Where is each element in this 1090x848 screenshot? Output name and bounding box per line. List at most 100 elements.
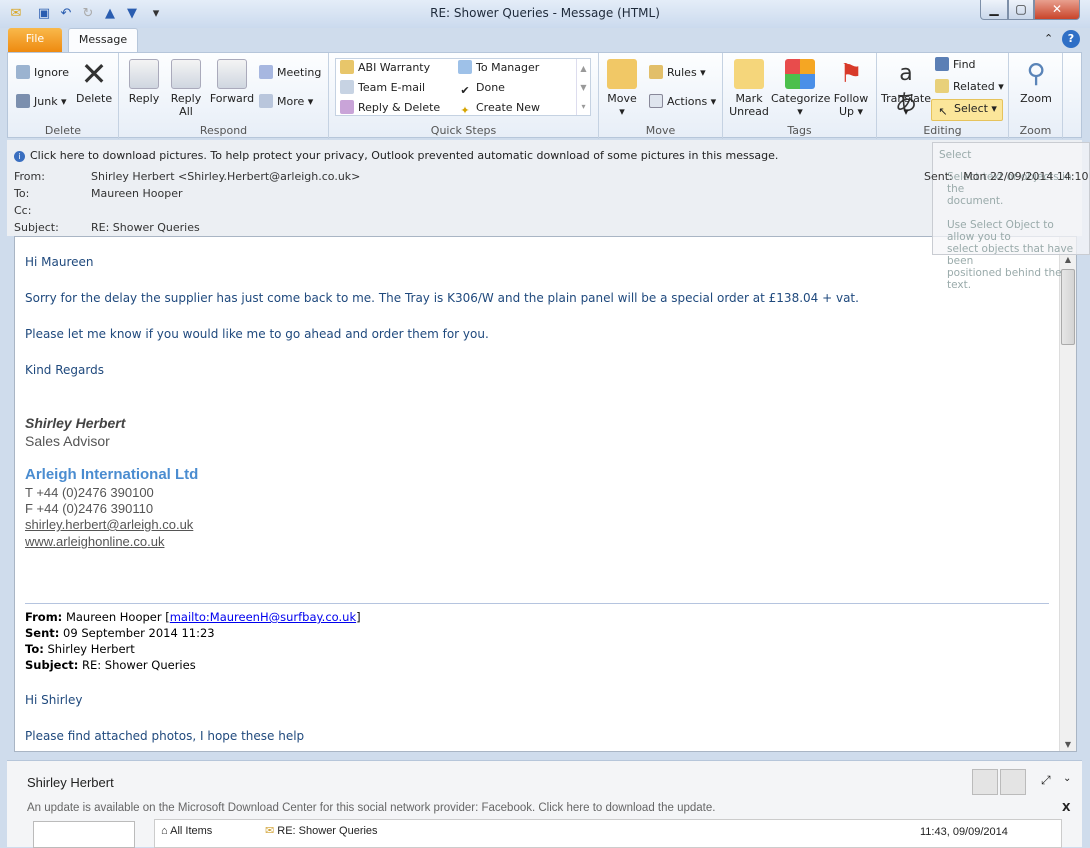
forward-mail-icon bbox=[458, 60, 472, 74]
contact-photo-icon[interactable] bbox=[972, 769, 998, 795]
tab-file[interactable]: File bbox=[8, 28, 62, 52]
lightning-icon: ✦ bbox=[460, 104, 470, 117]
quoted-mailto-link[interactable]: mailto:MaureenH@surfbay.co.uk bbox=[170, 610, 356, 624]
mark-unread-button[interactable]: Mark Unread bbox=[729, 59, 769, 118]
more-button[interactable]: More ▾ bbox=[259, 94, 313, 110]
collapse-ribbon-icon[interactable]: ⌃ bbox=[1044, 32, 1053, 45]
group-delete: Ignore Junk ▾ ✕ Delete Delete bbox=[8, 53, 119, 139]
tab-message[interactable]: Message bbox=[68, 28, 138, 53]
group-respond: Reply Reply All Forward Meeting More ▾ Re… bbox=[119, 53, 329, 139]
group-label: Zoom bbox=[1019, 124, 1052, 137]
to-value[interactable]: Maureen Hooper bbox=[91, 187, 183, 200]
actions-icon bbox=[649, 94, 663, 108]
actions-button[interactable]: Actions ▾ bbox=[649, 94, 716, 110]
translate-button[interactable]: aあ Translate ▾ bbox=[881, 59, 931, 118]
group-label: Delete bbox=[44, 124, 82, 137]
quick-steps-gallery: ABI Warranty To Manager Team E-mail ✔ Don… bbox=[335, 58, 591, 118]
group-label: Editing bbox=[923, 124, 962, 137]
quoted-subject: Subject: RE: Shower Queries bbox=[25, 658, 196, 672]
vertical-scrollbar[interactable]: ▲ ▼ bbox=[1059, 237, 1076, 751]
junk-button[interactable]: Junk ▾ bbox=[16, 94, 67, 110]
quoted-greeting: Hi Shirley bbox=[25, 693, 83, 707]
categorize-icon bbox=[785, 59, 815, 89]
cursor-icon: ↖ bbox=[938, 105, 948, 118]
scroll-down-arrow[interactable]: ▼ bbox=[1061, 740, 1075, 749]
follow-up-button[interactable]: ⚑ Follow Up ▾ bbox=[831, 59, 871, 118]
help-icon[interactable]: ? bbox=[1062, 30, 1080, 48]
signature-email-link[interactable]: shirley.herbert@arleigh.co.uk bbox=[25, 517, 193, 532]
reply-icon bbox=[129, 59, 159, 89]
categorize-button[interactable]: Categorize ▾ bbox=[771, 59, 830, 118]
quick-step-create-new[interactable]: ✦ Create New bbox=[458, 100, 540, 118]
quick-step-done[interactable]: ✔ Done bbox=[458, 80, 505, 98]
tooltip-text: document. bbox=[947, 195, 1004, 207]
close-notice-button[interactable]: X bbox=[1062, 801, 1070, 814]
move-button[interactable]: Move ▾ bbox=[605, 59, 639, 118]
checkmark-icon: ✔ bbox=[460, 84, 470, 97]
from-value[interactable]: Shirley Herbert <Shirley.Herbert@arleigh… bbox=[91, 170, 360, 183]
junk-icon bbox=[16, 94, 30, 108]
select-button[interactable]: ↖ Select ▾ bbox=[931, 99, 1003, 121]
minimize-button[interactable]: ▁ bbox=[980, 0, 1008, 20]
contact-photo-icon[interactable] bbox=[1000, 769, 1026, 795]
reply-all-button[interactable]: Reply All bbox=[169, 59, 203, 118]
people-pane-name[interactable]: Shirley Herbert bbox=[27, 775, 114, 790]
rules-button[interactable]: Rules ▾ bbox=[649, 65, 706, 81]
gallery-scroll[interactable]: ▲ ▼ ▾ bbox=[576, 59, 590, 115]
group-zoom: ⚲ Zoom Zoom bbox=[1009, 53, 1063, 139]
close-button[interactable]: ✕ bbox=[1034, 0, 1080, 20]
quick-step-team-email[interactable]: Team E-mail bbox=[340, 80, 425, 96]
find-button[interactable]: Find bbox=[935, 57, 976, 73]
expand-icon[interactable]: ⤢ bbox=[1041, 773, 1051, 788]
to-label: To: bbox=[14, 187, 30, 200]
forward-button[interactable]: Forward bbox=[209, 59, 255, 105]
quote-separator bbox=[25, 603, 1049, 604]
move-folder-icon bbox=[607, 59, 637, 89]
signature-title: Sales Advisor bbox=[25, 433, 110, 449]
meeting-button[interactable]: Meeting bbox=[259, 65, 321, 81]
group-tags: Mark Unread Categorize ▾ ⚑ Follow Up ▾ Tags bbox=[723, 53, 877, 139]
window-title: RE: Shower Queries - Message (HTML) bbox=[430, 6, 660, 20]
activity-item[interactable]: ✉ RE: Shower Queries bbox=[265, 824, 378, 837]
quoted-to: To: Shirley Herbert bbox=[25, 642, 135, 656]
activity-date: 11:43, 09/09/2014 bbox=[920, 826, 1008, 838]
magnifier-icon: ⚲ bbox=[1026, 59, 1046, 89]
chevron-down-icon[interactable]: ⌄ bbox=[1063, 773, 1071, 784]
quoted-from: From: Maureen Hooper [mailto:MaureenH@su… bbox=[25, 610, 361, 624]
subject-label: Subject: bbox=[14, 221, 59, 234]
select-tooltip: Select Select text or objects in the doc… bbox=[932, 142, 1090, 291]
all-items-tab[interactable]: ⌂ All Items bbox=[161, 825, 212, 837]
signature-name: Shirley Herbert bbox=[25, 415, 126, 431]
message-body[interactable]: Hi Maureen Sorry for the delay the suppl… bbox=[14, 236, 1077, 752]
group-quick-steps: ABI Warranty To Manager Team E-mail ✔ Don… bbox=[329, 53, 599, 139]
quick-step-to-manager[interactable]: To Manager bbox=[458, 60, 539, 76]
quick-step-abi-warranty[interactable]: ABI Warranty bbox=[340, 60, 430, 76]
contact-picture bbox=[33, 821, 135, 848]
ignore-button[interactable]: Ignore bbox=[16, 65, 69, 81]
group-move: Move ▾ Rules ▾ Actions ▾ Move bbox=[599, 53, 723, 139]
people-pane: Shirley Herbert ⤢ ⌄ An update is availab… bbox=[7, 760, 1082, 848]
signature-web-link[interactable]: www.arleighonline.co.uk bbox=[25, 534, 164, 549]
maximize-button[interactable]: ▢ bbox=[1008, 0, 1034, 20]
reply-delete-icon bbox=[340, 100, 354, 114]
tooltip-title: Select bbox=[939, 149, 972, 161]
group-editing: aあ Translate ▾ Find Related ▾ ↖ Select ▾ Ed… bbox=[877, 53, 1009, 139]
team-mail-icon bbox=[340, 80, 354, 94]
more-icon bbox=[259, 94, 273, 108]
group-label: Respond bbox=[199, 124, 248, 137]
title-bar: ✉ ▣ ↶ ↻ ▲ ▼ ▾ RE: Shower Queries - Messa… bbox=[0, 0, 1090, 28]
tooltip-text: positioned behind the text. bbox=[947, 267, 1062, 291]
subject-value: RE: Shower Queries bbox=[91, 221, 200, 234]
delete-button[interactable]: ✕ Delete bbox=[76, 58, 112, 105]
social-update-notice[interactable]: An update is available on the Microsoft … bbox=[27, 802, 715, 814]
from-label: From: bbox=[14, 170, 45, 183]
forward-icon bbox=[217, 59, 247, 89]
related-button[interactable]: Related ▾ bbox=[935, 79, 1004, 95]
zoom-button[interactable]: ⚲ Zoom bbox=[1017, 59, 1055, 105]
signature-fax: F +44 (0)2476 390110 bbox=[25, 501, 154, 516]
rules-icon bbox=[649, 65, 663, 79]
download-pictures-infobar[interactable]: i Click here to download pictures. To hel… bbox=[14, 149, 778, 162]
reply-button[interactable]: Reply bbox=[127, 59, 161, 105]
quick-step-reply-delete[interactable]: Reply & Delete bbox=[340, 100, 440, 116]
group-label: Tags bbox=[787, 124, 812, 137]
